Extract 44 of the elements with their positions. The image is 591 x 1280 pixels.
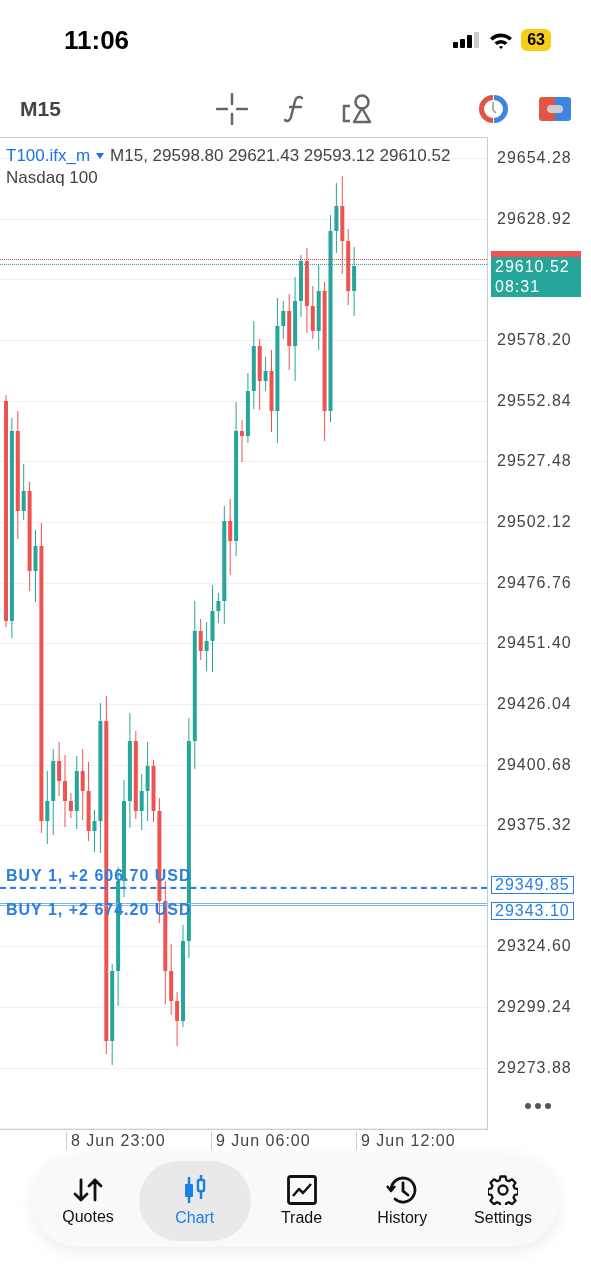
line-chart-icon xyxy=(286,1175,317,1205)
nav-tab[interactable]: History xyxy=(352,1161,453,1241)
price-axis-label: 29273.88 xyxy=(497,1058,572,1077)
nav-tab[interactable]: Settings xyxy=(453,1161,553,1241)
nav-tab[interactable]: Quotes xyxy=(38,1161,138,1241)
price-axis-label: 29375.32 xyxy=(497,816,572,835)
crosshair-icon[interactable] xyxy=(216,92,248,125)
arrows-icon xyxy=(72,1176,104,1204)
wifi-icon xyxy=(489,31,514,49)
trading-clock-icon[interactable] xyxy=(477,92,509,125)
more-icon[interactable] xyxy=(525,1103,551,1109)
status-time: 11:06 xyxy=(64,24,130,56)
caret-icon xyxy=(96,153,105,159)
time-axis-label: 9 Jun 12:00 xyxy=(356,1132,456,1150)
nav-tab[interactable]: Trade xyxy=(251,1161,352,1241)
symbol-description: Nasdaq 100 xyxy=(6,168,98,188)
price-axis-label: 29552.84 xyxy=(497,391,572,410)
bid-price: 29610.52 xyxy=(495,256,571,277)
shapes-icon[interactable] xyxy=(342,93,372,124)
bar-countdown: 08:31 xyxy=(495,276,542,297)
function-icon[interactable] xyxy=(284,93,306,124)
history-icon xyxy=(386,1175,419,1205)
time-axis-label: 8 Jun 23:00 xyxy=(66,1132,166,1150)
settings-icon xyxy=(488,1175,518,1205)
price-axis-label: 29451.40 xyxy=(497,634,572,653)
toggle-icon[interactable] xyxy=(539,96,571,121)
price-axis-label: 29324.60 xyxy=(497,937,572,956)
timeframe-button[interactable]: M15 xyxy=(20,96,140,121)
price-axis-label: 29628.92 xyxy=(497,209,572,228)
price-axis-label: 29476.76 xyxy=(497,573,572,592)
price-axis-label: 29527.48 xyxy=(497,452,572,471)
price-axis-label: 29578.20 xyxy=(497,330,572,349)
price-axis-label: 29400.68 xyxy=(497,755,572,774)
price-axis-label: 29299.24 xyxy=(497,998,572,1017)
signal-icon xyxy=(453,32,482,48)
price-axis-label: 29426.04 xyxy=(497,694,572,713)
symbol-selector[interactable]: T100.ifx_m xyxy=(6,146,105,166)
time-axis-label: 9 Jun 06:00 xyxy=(211,1132,311,1150)
price-axis-label: 29654.28 xyxy=(497,149,572,167)
order-price-label: 29343.10 xyxy=(491,902,574,921)
ohlc-values: M15, 29598.80 29621.43 29593.12 29610.52 xyxy=(110,146,451,166)
order-price-label: 29349.85 xyxy=(491,876,574,895)
price-axis-label: 29502.12 xyxy=(497,512,572,531)
battery-level: 63 xyxy=(521,29,551,51)
